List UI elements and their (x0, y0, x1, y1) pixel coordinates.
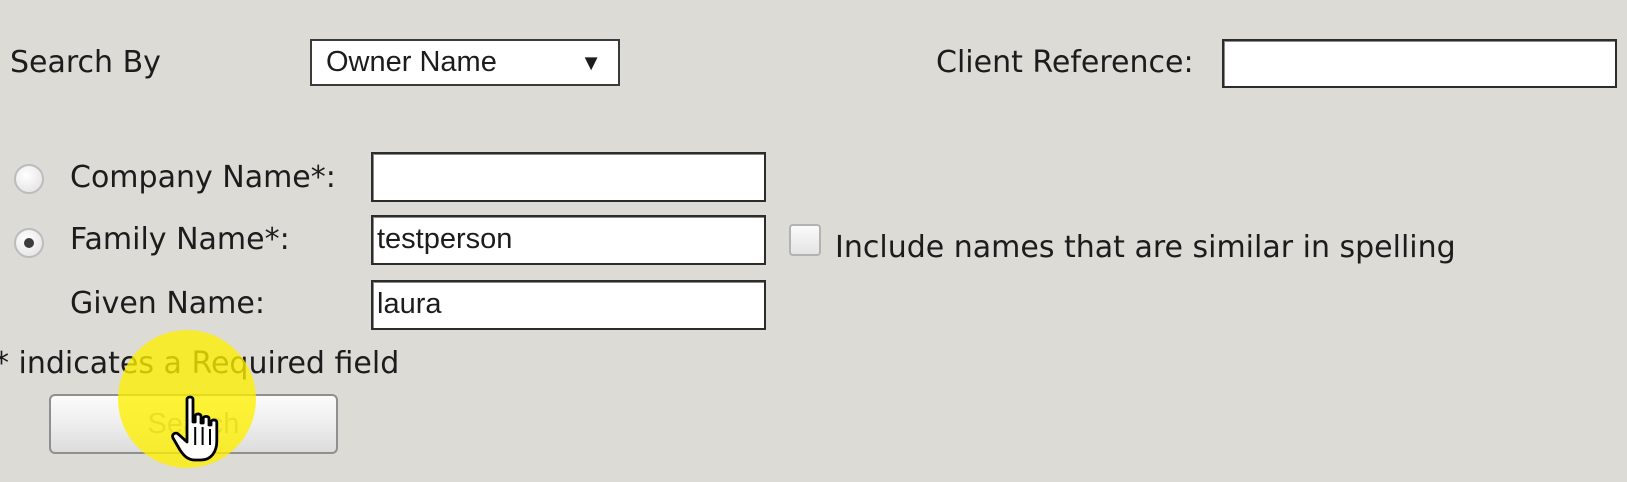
company-name-radio[interactable] (14, 164, 44, 194)
given-name-input[interactable]: laura (371, 280, 766, 330)
similar-spelling-label: Include names that are similar in spelli… (835, 230, 1456, 265)
required-field-note: * indicates a Required field (0, 346, 400, 381)
search-by-label: Search By (10, 45, 161, 80)
search-by-select[interactable]: Owner Name ▼ (310, 39, 620, 86)
client-reference-label: Client Reference: (936, 45, 1194, 80)
client-reference-input[interactable] (1222, 39, 1617, 88)
search-button[interactable]: Search (49, 394, 338, 454)
company-name-label: Company Name*: (70, 160, 336, 195)
triangle-down-icon: ▼ (580, 50, 602, 75)
company-name-input[interactable] (371, 152, 766, 202)
given-name-label: Given Name: (70, 286, 265, 321)
family-name-radio[interactable] (14, 228, 44, 258)
family-name-input[interactable]: testperson (371, 215, 766, 265)
search-by-selected-value: Owner Name (326, 46, 497, 78)
similar-spelling-checkbox[interactable] (789, 224, 821, 256)
radio-selected-dot (24, 238, 34, 248)
family-name-label: Family Name*: (70, 222, 290, 257)
